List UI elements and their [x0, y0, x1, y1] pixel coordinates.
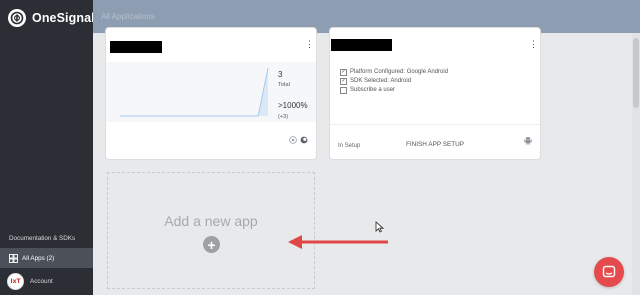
- sidebar-item-label: Account: [30, 278, 53, 285]
- divider: [330, 124, 540, 125]
- grid-icon: [9, 253, 18, 263]
- app-card[interactable]: ⋮ ✓ Platform Configured: Google Android …: [330, 28, 540, 159]
- chart-point: [238, 115, 239, 117]
- scrollbar[interactable]: [632, 33, 640, 295]
- chart-point: [188, 115, 190, 117]
- chart-point: [178, 115, 180, 117]
- chart-point: [129, 115, 131, 117]
- chart-point: [228, 115, 229, 117]
- sidebar-bottom: Documentation & SDKs All Apps (2) IxT Ac…: [0, 235, 93, 295]
- checklist-item: ✓ Platform Configured: Google Android: [340, 68, 448, 77]
- android-icon: [524, 132, 532, 150]
- more-options-icon[interactable]: ⋮: [529, 40, 538, 49]
- checkbox-checked-icon: ✓: [340, 78, 347, 85]
- finish-setup-button[interactable]: FINISH APP SETUP: [330, 141, 540, 148]
- checklist-label: SDK Selected: Android: [350, 78, 412, 84]
- change-sub: (+3): [278, 114, 289, 120]
- chart-point: [267, 67, 269, 69]
- firefox-icon: [300, 131, 308, 149]
- chart-point: [198, 115, 200, 117]
- chart-area-fill: [120, 68, 268, 116]
- checklist-item: Subscribe a user: [340, 86, 448, 95]
- app-card[interactable]: ⋮ 3 Total >1000% (+3): [106, 28, 316, 159]
- avatar: IxT: [7, 273, 24, 290]
- chart-point: [159, 115, 160, 117]
- chart-series-line: [120, 67, 269, 117]
- brand[interactable]: OneSignal: [8, 9, 95, 27]
- chat-icon: [602, 265, 616, 278]
- setup-checklist: ✓ Platform Configured: Google Android ✓ …: [340, 68, 448, 95]
- chrome-icon: [289, 131, 297, 149]
- checklist-label: Platform Configured: Google Android: [350, 69, 449, 75]
- chart-point: [247, 115, 249, 117]
- app-root: OneSignal Documentation & SDKs All Apps …: [0, 0, 640, 295]
- change-value: >1000%: [278, 101, 308, 110]
- add-new-app-tile[interactable]: Add a new app +: [107, 172, 315, 289]
- checklist-label: Subscribe a user: [350, 87, 396, 93]
- chart-point: [149, 115, 150, 117]
- app-chart: [106, 62, 316, 122]
- docs-link[interactable]: Documentation & SDKs: [0, 235, 93, 248]
- add-app-label: Add a new app: [164, 213, 258, 229]
- status-badge: In Setup: [338, 143, 361, 149]
- checkbox-empty-icon: [340, 87, 347, 94]
- sidebar-item-all-apps[interactable]: All Apps (2): [0, 248, 93, 268]
- total-label: Total: [278, 82, 290, 88]
- chart-point: [168, 115, 170, 117]
- brand-name: OneSignal: [32, 11, 95, 25]
- sidebar: OneSignal Documentation & SDKs All Apps …: [0, 0, 95, 295]
- sidebar-item-account[interactable]: IxT Account: [0, 268, 93, 295]
- chart-point: [257, 115, 259, 117]
- onesignal-logo-icon: [8, 9, 26, 27]
- redacted-app-name: [331, 39, 392, 51]
- cursor-icon: [375, 221, 384, 233]
- more-options-icon[interactable]: ⋮: [305, 40, 314, 49]
- chat-button[interactable]: [594, 257, 624, 287]
- chart-point: [208, 115, 210, 117]
- chart-point: [139, 115, 141, 117]
- scrollbar-thumb[interactable]: [633, 38, 639, 108]
- checklist-item: ✓ SDK Selected: Android: [340, 77, 448, 86]
- checkbox-checked-icon: ✓: [340, 69, 347, 76]
- chart-point: [218, 115, 220, 117]
- annotation-arrow-icon: [288, 235, 388, 249]
- chart-point: [119, 115, 121, 117]
- platform-icons: [289, 131, 308, 149]
- app-chart-svg: [119, 67, 269, 117]
- plus-icon[interactable]: +: [203, 236, 220, 253]
- redacted-app-name: [110, 41, 162, 53]
- page-title: All Applications: [101, 12, 155, 21]
- sidebar-item-label: All Apps (2): [22, 254, 55, 262]
- total-value: 3: [278, 70, 283, 79]
